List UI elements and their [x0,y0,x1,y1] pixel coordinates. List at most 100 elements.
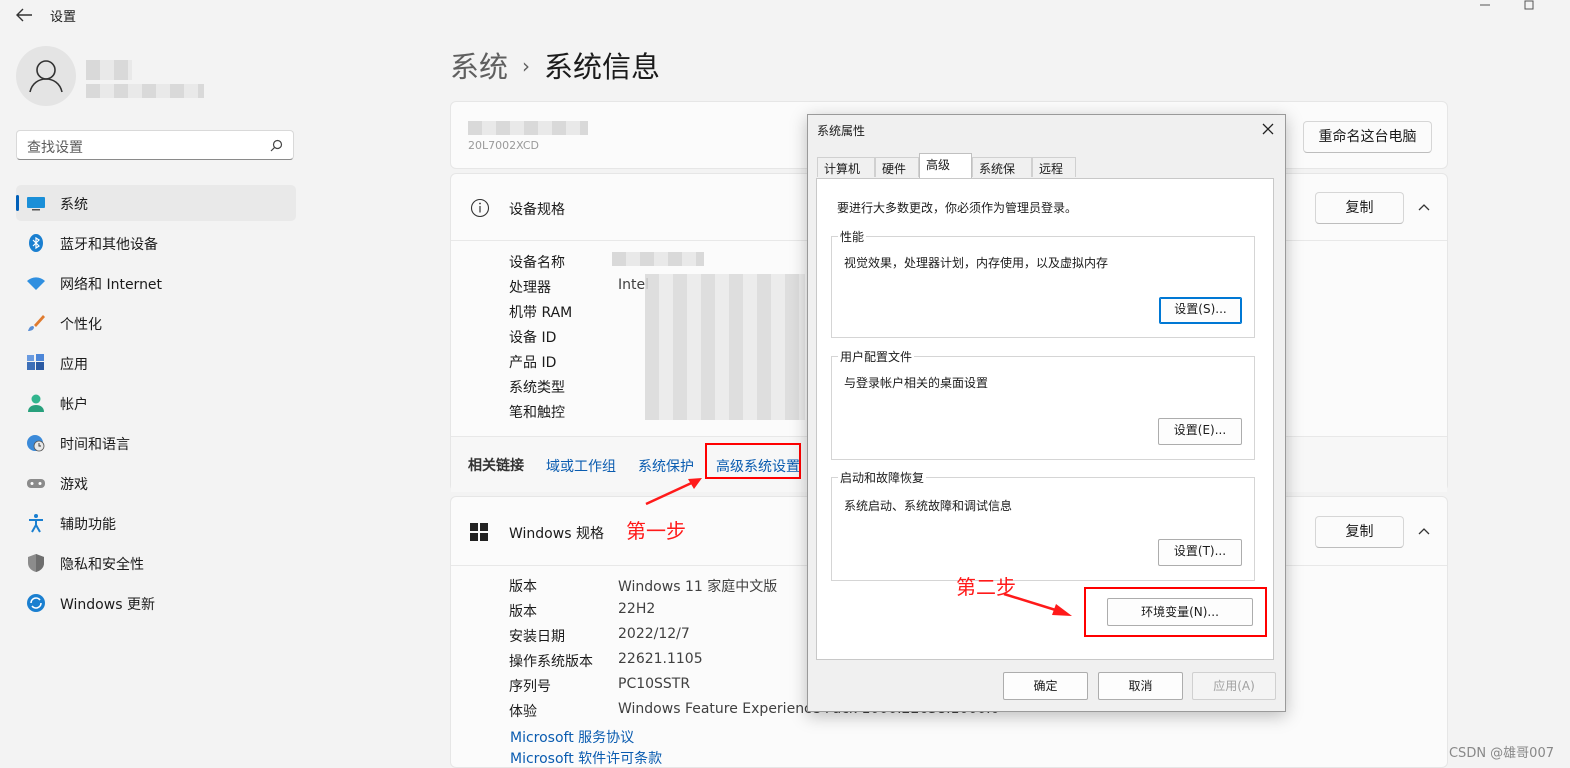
user-profiles-group-title: 用户配置文件 [838,348,915,365]
spec-value: 22621.1105 [618,651,703,667]
shield-icon [28,554,44,572]
breadcrumb: 系统 › 系统信息 [450,44,660,86]
startup-recovery-settings-button[interactable]: 设置(T)... [1158,539,1242,566]
spec-label: 版本 [509,579,537,595]
spec-label: 体验 [509,704,537,720]
copy-windows-specs-button[interactable]: 复制 [1315,516,1404,548]
step1-arrow-icon [645,478,702,506]
link-license-terms[interactable]: Microsoft 软件许可条款 [510,748,662,768]
monitor-icon [27,197,45,211]
bluetooth-icon [29,234,43,252]
user-icon [29,60,63,93]
title-bar: 设置 [0,0,1570,30]
link-domain-workgroup[interactable]: 域或工作组 [546,456,616,476]
wifi-icon [27,277,45,290]
dialog-title: 系统属性 [817,124,866,138]
step1-label: 第一步 [626,519,686,543]
device-values-redacted [645,274,805,420]
sidebar-item-apps[interactable]: 应用 [16,345,296,381]
info-icon [470,198,490,218]
performance-settings-button[interactable]: 设置(S)... [1159,297,1242,324]
device-specs-title: 设备规格 [509,202,565,218]
watermark: CSDN @雄哥007 [1448,746,1554,761]
accessibility-icon [29,514,43,533]
tab-advanced[interactable]: 高级 [919,153,972,179]
user-profiles-settings-button[interactable]: 设置(E)... [1158,418,1242,445]
person-icon [28,394,44,412]
close-icon[interactable] [1261,122,1275,136]
user-name-redacted [86,60,132,80]
chevron-up-icon[interactable] [1417,202,1431,212]
back-arrow-icon[interactable] [14,6,34,24]
windows-specs-title: Windows 规格 [509,526,604,542]
rename-pc-button[interactable]: 重命名这台电脑 [1303,121,1432,153]
ok-button[interactable]: 确定 [1003,672,1088,700]
performance-description: 视觉效果，处理器计划，内存使用，以及虚拟内存 [844,256,1109,270]
sidebar-item-system[interactable]: 系统 [16,185,296,221]
performance-group-title: 性能 [838,228,867,245]
step2-highlight-box [1084,587,1267,637]
search-input[interactable]: 查找设置 [16,130,294,160]
tab-computer-name[interactable]: 计算机名 [817,157,875,193]
device-values-redacted [612,252,704,266]
minimize-icon[interactable] [1478,0,1492,10]
cancel-button[interactable]: 取消 [1098,672,1183,700]
brush-icon [28,315,45,331]
startup-recovery-group: 启动和故障恢复 系统启动、系统故障和调试信息 设置(T)... [831,469,1255,581]
spec-label: 设备名称 [509,255,565,271]
performance-group: 性能 视觉效果，处理器计划，内存使用，以及虚拟内存 设置(S)... [831,228,1255,338]
active-indicator [16,195,19,211]
sidebar-item-privacy[interactable]: 隐私和安全性 [16,545,296,581]
pc-name-redacted [468,121,588,135]
spec-value: PC10SSTR [618,676,691,692]
pc-model: 20L7002XCD [468,139,540,152]
step1-highlight-box [705,443,801,479]
breadcrumb-separator: › [522,54,531,78]
user-profiles-description: 与登录帐户相关的桌面设置 [844,376,989,390]
avatar[interactable] [16,46,76,106]
clock-globe-icon [27,435,45,452]
sidebar-item-accounts[interactable]: 帐户 [16,385,296,421]
restore-icon[interactable] [1522,0,1536,10]
spec-label: 机带 RAM [509,305,573,321]
gamepad-icon [27,479,45,488]
sidebar-item-accessibility[interactable]: 辅助功能 [16,505,296,541]
search-icon [270,139,283,152]
user-email-redacted [86,84,204,98]
sidebar-item-windows-update[interactable]: Windows 更新 [16,585,296,621]
apps-icon [27,354,44,370]
user-profiles-group: 用户配置文件 与登录帐户相关的桌面设置 设置(E)... [831,348,1255,460]
page-title: 系统信息 [544,50,661,84]
spec-label: 版本 [509,604,537,620]
sidebar-item-gaming[interactable]: 游戏 [16,465,296,501]
spec-value: 2022/12/7 [618,626,690,642]
update-icon [27,594,45,612]
spec-label: 产品 ID [509,355,557,371]
sidebar-item-bluetooth[interactable]: 蓝牙和其他设备 [16,225,296,261]
spec-label: 操作系统版本 [509,654,593,670]
startup-recovery-description: 系统启动、系统故障和调试信息 [844,499,1013,513]
spec-label: 安装日期 [509,629,565,645]
window-title: 设置 [50,10,77,25]
chevron-up-icon[interactable] [1417,526,1431,536]
step2-arrow-icon [1003,592,1072,616]
apply-button[interactable]: 应用(A) [1192,672,1276,700]
sidebar-item-time-language[interactable]: 时间和语言 [16,425,296,461]
spec-label: 设备 ID [509,330,557,346]
spec-label: 处理器 [509,280,551,296]
startup-recovery-group-title: 启动和故障恢复 [838,469,927,486]
tab-hardware[interactable]: 硬件 [875,157,919,177]
spec-label: 系统类型 [509,380,565,396]
spec-label: 序列号 [509,679,551,695]
admin-note: 要进行大多数更改，你必须作为管理员登录。 [837,201,1078,215]
spec-value: 22H2 [618,601,656,617]
link-service-agreement[interactable]: Microsoft 服务协议 [510,727,634,747]
copy-device-specs-button[interactable]: 复制 [1315,192,1404,224]
related-links-label: 相关链接 [468,458,524,474]
sidebar-item-personalization[interactable]: 个性化 [16,305,296,341]
windows-logo-icon [470,523,488,541]
tab-remote[interactable]: 远程 [1032,157,1076,177]
breadcrumb-parent[interactable]: 系统 [450,50,508,84]
tab-system-protection[interactable]: 系统保护 [972,157,1032,193]
sidebar-item-network[interactable]: 网络和 Internet [16,265,296,301]
